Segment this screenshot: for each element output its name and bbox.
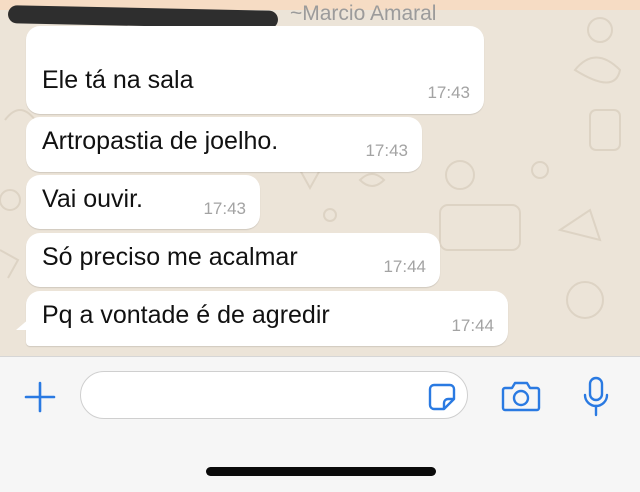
bubble-tail	[16, 318, 30, 330]
message-time: 17:43	[203, 199, 246, 218]
microphone-icon	[583, 376, 609, 417]
message-bubble[interactable]: Só preciso me acalmar 17:44	[26, 233, 440, 287]
message-text: Só preciso me acalmar	[42, 243, 298, 271]
message-bubble[interactable]: Artropastia de joelho. 17:43	[26, 117, 422, 172]
message-text: Vai ouvir.	[42, 185, 143, 213]
message-time: 17:43	[427, 83, 470, 102]
add-attachment-button[interactable]	[20, 377, 60, 417]
sticker-button[interactable]	[424, 379, 460, 415]
message-text: Pq a vontade é de agredir	[42, 301, 330, 329]
message-text: Ele tá na sala	[42, 66, 194, 94]
plus-icon	[24, 381, 56, 413]
camera-icon	[501, 381, 541, 412]
chat-area: ~Marcio Amaral Ele tá na sala 17:43 Artr…	[0, 0, 640, 356]
voice-message-button[interactable]	[576, 373, 616, 421]
message-input-bar	[0, 356, 640, 492]
message-time: 17:44	[451, 316, 494, 335]
camera-button[interactable]	[498, 375, 544, 417]
message-bubble[interactable]: Vai ouvir. 17:43	[26, 175, 260, 229]
message-input[interactable]	[80, 371, 468, 419]
message-time: 17:44	[383, 257, 426, 276]
sender-name: ~Marcio Amaral	[290, 2, 437, 25]
message-time: 17:43	[365, 141, 408, 160]
message-text: Artropastia de joelho.	[42, 127, 279, 155]
home-indicator	[206, 467, 436, 476]
message-bubble[interactable]: Pq a vontade é de agredir 17:44	[26, 291, 508, 346]
message-bubble[interactable]: Ele tá na sala 17:43	[26, 26, 484, 114]
sticker-icon	[428, 383, 456, 411]
